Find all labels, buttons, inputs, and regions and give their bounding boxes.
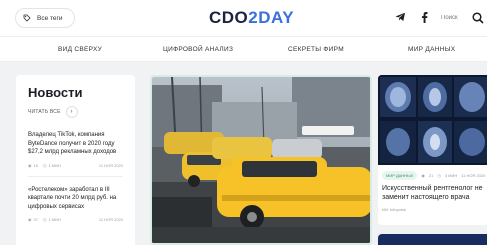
xray-brain-image xyxy=(378,75,487,165)
all-tags-button[interactable]: Все теги xyxy=(15,8,75,28)
eye-icon: ◉ xyxy=(28,162,32,168)
nav-item-data-world[interactable]: МИР ДАННЫХ xyxy=(408,46,455,53)
telegram-icon[interactable] xyxy=(394,11,406,23)
site-header: Все теги CDO2DAY xyxy=(0,0,487,36)
site-logo[interactable]: CDO2DAY xyxy=(209,8,294,28)
news-date: 11 НОЯ 2020 xyxy=(98,217,123,222)
news-item[interactable]: «Ростелеком» заработал в III квартале по… xyxy=(28,186,123,223)
nav-item-company-secrets[interactable]: СЕКРЕТЫ ФИРМ xyxy=(288,46,344,53)
search-input[interactable] xyxy=(441,10,467,25)
logo-main: CDO xyxy=(209,8,249,27)
clock-icon: ◷ xyxy=(437,173,441,178)
logo-accent: 2DAY xyxy=(248,8,295,27)
news-item-text[interactable]: Владелец TikTok, компания ByteDance полу… xyxy=(28,131,123,157)
category-tag[interactable]: МИР ДАННЫХ xyxy=(382,171,418,180)
chevron-right-icon[interactable]: › xyxy=(65,106,78,118)
nav-item-top-view[interactable]: ВИД СВЕРХУ xyxy=(58,46,102,53)
facebook-icon[interactable] xyxy=(418,11,430,23)
next-article-card[interactable] xyxy=(378,234,487,245)
featured-article-card[interactable]: МИР ДАННЫХ ◉ 21 ◷ 3 МИН 11 НОЯ 2020 Иску… xyxy=(378,75,487,225)
article-date: 11 НОЯ 2020 xyxy=(461,173,486,178)
views-count: 15 xyxy=(33,162,38,168)
all-tags-label: Все теги xyxy=(37,14,63,22)
read-all-link[interactable]: ЧИТАТЬ ВСЕ › xyxy=(28,106,123,118)
eye-icon: ◉ xyxy=(28,217,32,222)
nav-item-digital-analysis[interactable]: ЦИФРОВОЙ АНАЛИЗ xyxy=(163,46,233,53)
article-author: ИИ: Infopoisk xyxy=(382,207,406,212)
views-count: 37 xyxy=(33,217,38,222)
news-title: Новости xyxy=(28,85,83,100)
news-item[interactable]: Владелец TikTok, компания ByteDance полу… xyxy=(28,131,123,168)
read-time: 1 МИН xyxy=(48,217,61,222)
news-panel: Новости ЧИТАТЬ ВСЕ › Владелец TikTok, ко… xyxy=(16,75,135,245)
article-title[interactable]: Искусственный рентгенолог не заменит нас… xyxy=(378,180,487,202)
eye-icon: ◉ xyxy=(421,173,425,178)
main-nav: ВИД СВЕРХУ ЦИФРОВОЙ АНАЛИЗ СЕКРЕТЫ ФИРМ … xyxy=(0,36,487,62)
read-time: 3 МИН xyxy=(444,173,458,178)
news-item-text[interactable]: «Ростелеком» заработал в III квартале по… xyxy=(28,186,123,212)
views-count: 21 xyxy=(428,173,434,178)
divider xyxy=(28,175,123,177)
read-time: 1 МИН xyxy=(48,162,61,168)
search-icon[interactable] xyxy=(472,11,484,24)
clock-icon: ◷ xyxy=(42,162,47,168)
taxi-street-photo xyxy=(152,77,370,243)
tag-icon xyxy=(23,14,31,22)
news-date: 11 НОЯ 2020 xyxy=(98,162,123,168)
hero-image-taxis[interactable] xyxy=(150,75,372,245)
read-all-label: ЧИТАТЬ ВСЕ xyxy=(28,109,61,115)
clock-icon: ◷ xyxy=(42,217,47,222)
